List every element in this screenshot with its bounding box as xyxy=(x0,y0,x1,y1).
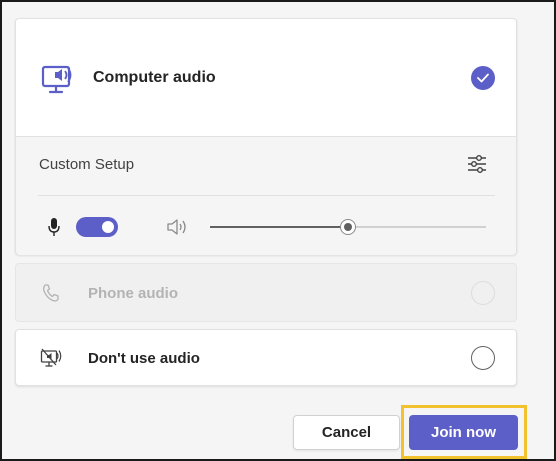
selected-check-icon[interactable] xyxy=(471,66,495,90)
custom-setup-section: Custom Setup xyxy=(16,137,516,255)
volume-slider[interactable] xyxy=(210,219,486,235)
join-now-button[interactable]: Join now xyxy=(409,415,518,450)
divider xyxy=(38,195,495,196)
no-audio-label: Don't use audio xyxy=(88,350,200,367)
no-audio-option[interactable]: Don't use audio xyxy=(15,329,517,386)
computer-audio-option[interactable]: Computer audio xyxy=(16,19,516,137)
monitor-speaker-icon xyxy=(41,65,72,94)
phone-audio-radio xyxy=(471,281,495,305)
toggle-knob xyxy=(102,221,114,233)
microphone-toggle[interactable] xyxy=(76,217,118,237)
computer-audio-card: Computer audio Custom Setup xyxy=(15,18,517,255)
volume-slider-fill xyxy=(210,226,348,228)
microphone-icon xyxy=(48,218,60,236)
phone-audio-label: Phone audio xyxy=(88,285,178,302)
phone-audio-option: Phone audio xyxy=(15,263,517,322)
monitor-speaker-off-icon xyxy=(40,348,62,367)
sliders-icon[interactable] xyxy=(466,153,488,175)
volume-slider-thumb[interactable] xyxy=(340,219,356,235)
custom-setup-label: Custom Setup xyxy=(39,156,135,173)
audio-settings-panel: Computer audio Custom Setup Phone audio … xyxy=(0,0,556,461)
cancel-button[interactable]: Cancel xyxy=(293,415,400,450)
computer-audio-label: Computer audio xyxy=(93,69,216,86)
no-audio-radio[interactable] xyxy=(471,346,495,370)
phone-icon xyxy=(43,284,59,302)
speaker-icon xyxy=(167,219,186,235)
